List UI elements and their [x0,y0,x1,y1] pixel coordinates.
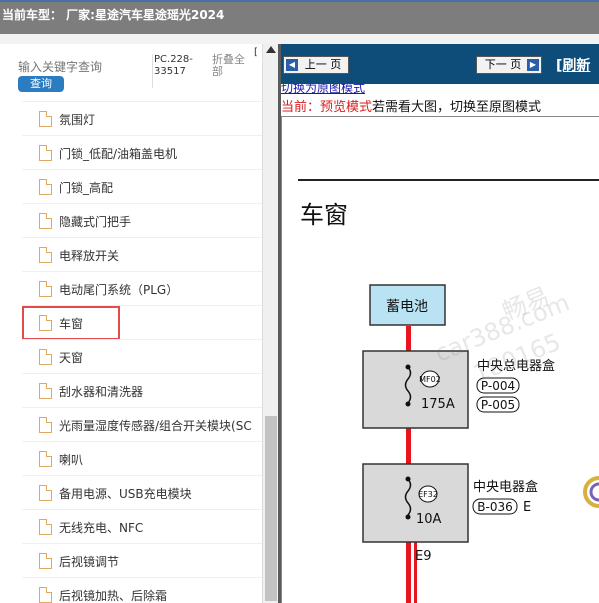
tree-item-label: 氛围灯 [59,113,96,127]
search-area: 查询 [18,56,148,92]
document-icon [39,111,52,127]
box2-pin: E [523,500,531,515]
tree-item[interactable]: 车窗 [22,305,262,340]
tree-item-label: 刮水器和清洗器 [59,385,144,399]
fuse2-id: EF32 [418,490,438,499]
document-icon [39,179,52,195]
tree-item-label: 无线充电、NFC [59,521,144,535]
document-icon [39,247,52,263]
vehicle-title-bar: 当前车型： 厂家:星途汽车星途瑶光2024 [0,0,599,34]
pc-code-label: PC.228-33517 [152,54,202,88]
title-rule [298,179,599,181]
tree-item[interactable]: 氛围灯 [22,101,262,135]
next-page-label: 下一 页 [484,58,522,71]
tree-item-label: 车窗 [59,317,84,331]
wiring-diagram: 蓄电池 MF02 175A 中央总电器盒 P-004 P-005 EF32 10… [362,284,599,603]
collapse-bracket: [ [254,47,258,58]
branch-wire [414,534,417,603]
document-tree: 氛围灯门锁_低配/油箱盖电机 门锁_高配隐藏式门把手 电释放开关电动尾门系统（PLG… [22,101,262,603]
tree-item-label: 后视镜加热、后除霜 [59,589,168,603]
mode-hint: 若需看大图，切换至原图模式 [372,100,542,115]
document-icon [39,315,52,331]
tree-item[interactable]: 隐藏式门把手 [22,203,262,237]
document-title: 车窗 [300,201,348,229]
tree-item-label: 备用电源、USB充电模块 [59,487,192,501]
title-strip [0,34,599,44]
tree-item-label: 门锁_高配 [59,181,114,195]
tree-item[interactable]: 刮水器和清洗器 [22,373,262,407]
document-viewer: ◀ 上一 页 下一 页 ▶ [刷新 切换为原图模式 当前：预览模式若需看大图，切… [281,44,599,603]
box1-conn2: P-005 [481,398,515,412]
wire-label: E9 [415,549,432,564]
document-icon [39,451,52,467]
tree-item[interactable]: 门锁_高配 [22,169,262,203]
left-navigation-pane: 查询 PC.228-33517 折叠全部 [ 氛围灯门锁_低配/油箱盖电机门锁_… [0,44,262,603]
previous-page-label: 上一 页 [304,58,342,71]
previous-page-button[interactable]: ◀ 上一 页 [283,56,349,74]
battery-label: 蓄电池 [386,299,428,315]
tree-item[interactable]: 无线充电、NFC [22,509,262,543]
collapse-all-button[interactable]: 折叠全部 [212,54,252,78]
box2-name: 中央电器盒 [473,479,538,495]
tree-item-label: 后视镜调节 [59,555,120,569]
right-arrow-icon: ▶ [527,59,539,71]
mode-current: 当前：预览模式 [281,100,373,115]
logo-inner-ring-icon [589,482,599,502]
mode-notice: 当前：预览模式若需看大图，切换至原图模式 [281,96,541,115]
fuse2-terminal-top [405,476,411,482]
fuse1-id: MF02 [419,375,441,384]
document-icon [39,553,52,569]
viewer-toolbar: ◀ 上一 页 下一 页 ▶ [刷新 [281,44,599,84]
fuse1-terminal-top [405,364,411,370]
tree-item-label: 电动尾门系统（PLG） [59,283,179,297]
tree-item-label: 天窗 [59,351,84,365]
tree-item[interactable]: 电释放开关 [22,237,262,271]
search-input[interactable] [18,60,138,74]
tree-item-label: 电释放开关 [59,249,120,263]
tree-item[interactable]: 备用电源、USB充电模块 [22,475,262,509]
switch-to-original-link[interactable]: 切换为原图模式 [281,84,365,94]
tree-item[interactable]: 门锁_低配/油箱盖电机 [22,135,262,169]
document-icon [39,485,52,501]
tree-item[interactable]: 喇叭 [22,441,262,475]
tree-item[interactable]: 天窗 [22,339,262,373]
left-scrollbar[interactable] [262,44,278,603]
fuse1-terminal-bottom [405,401,411,407]
scroll-up-arrow-icon[interactable] [266,46,276,53]
tree-item-label: 喇叭 [59,453,84,467]
fuse2-rating: 10A [416,512,442,527]
search-button[interactable]: 查询 [18,76,64,92]
document-icon [39,145,52,161]
tree-item[interactable]: 光雨量湿度传感器/组合开关模块(SC [22,407,262,441]
tree-item-label: 隐藏式门把手 [59,215,132,229]
document-icon [39,587,52,603]
fuse1-rating: 175A [421,397,455,412]
refresh-link[interactable]: [刷新 [556,55,590,75]
document-icon [39,213,52,229]
tree-item[interactable]: 后视镜调节 [22,543,262,577]
fuse2-terminal-bottom [405,514,411,520]
box2-conn: B-036 [477,500,512,514]
scrollbar-thumb[interactable] [265,416,277,601]
document-icon [39,417,52,433]
document-icon [39,383,52,399]
tree-item[interactable]: 后视镜加热、后除霜 [22,577,262,603]
next-page-button[interactable]: 下一 页 ▶ [476,56,542,74]
tree-item-label: 光雨量湿度传感器/组合开关模块(SC [59,419,252,433]
document-icon [39,519,52,535]
tree-item[interactable]: 电动尾门系统（PLG） [22,271,262,305]
central-fuse-box [362,463,469,543]
left-arrow-icon: ◀ [286,59,298,71]
document-icon [39,349,52,365]
document-icon [39,281,52,297]
tree-item-label: 门锁_低配/油箱盖电机 [59,147,178,161]
